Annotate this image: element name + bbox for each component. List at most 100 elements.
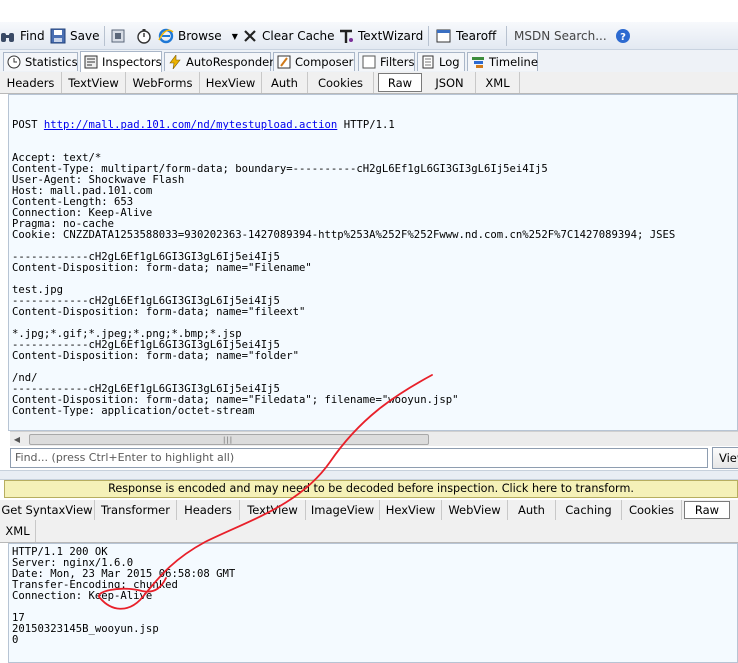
timeline-icon bbox=[471, 55, 485, 69]
response-raw-pane[interactable]: HTTP/1.1 200 OK Server: nginx/1.6.0 Date: … bbox=[8, 543, 738, 663]
request-line bbox=[12, 274, 737, 285]
tab-inspectors[interactable]: Inspectors bbox=[80, 51, 162, 72]
request-tab-headers[interactable]: Headers bbox=[0, 72, 62, 93]
response-tab-strip-row2: XML bbox=[0, 520, 738, 543]
save-icon bbox=[50, 28, 66, 44]
inspector-icon bbox=[84, 55, 98, 69]
response-tab-get-syntaxview[interactable]: Get SyntaxView bbox=[0, 500, 95, 520]
request-tab-strip: Headers TextView WebForms HexView Auth C… bbox=[0, 72, 738, 94]
request-line: POST http://mall.pad.101.com/nd/mytestup… bbox=[12, 120, 737, 131]
request-method: POST bbox=[12, 119, 38, 131]
textwizard-button[interactable]: TextWizard bbox=[338, 27, 423, 45]
find-input[interactable]: Find... (press Ctrl+Enter to highlight a… bbox=[10, 448, 708, 468]
internet-explorer-icon bbox=[158, 28, 174, 44]
clock-icon bbox=[7, 55, 21, 69]
request-raw-text: POST http://mall.pad.101.com/nd/mytestup… bbox=[9, 95, 737, 431]
response-tab-auth[interactable]: Auth bbox=[508, 500, 556, 520]
response-tab-xml[interactable]: XML bbox=[0, 520, 36, 542]
request-horizontal-scrollbar[interactable]: ◀ ||| bbox=[10, 431, 738, 446]
response-line bbox=[12, 602, 737, 613]
request-line: Connection: Keep-Alive bbox=[12, 207, 153, 219]
tab-filters[interactable]: Filters bbox=[358, 52, 415, 71]
response-tab-textview[interactable]: TextView bbox=[240, 500, 306, 520]
response-tab-raw[interactable]: Raw bbox=[684, 501, 730, 519]
request-tab-hexview[interactable]: HexView bbox=[200, 72, 262, 93]
response-tab-webview[interactable]: WebView bbox=[442, 500, 508, 520]
pencil-icon bbox=[277, 55, 291, 69]
request-line: Content-Disposition: form-data; name="fi… bbox=[12, 306, 306, 318]
request-tab-json[interactable]: JSON bbox=[424, 72, 476, 93]
tearoff-label: Tearoff bbox=[456, 29, 497, 43]
request-line bbox=[12, 417, 737, 428]
clear-cache-label: Clear Cache bbox=[262, 29, 335, 43]
help-icon: ? bbox=[615, 28, 631, 44]
msdn-search-placeholder: MSDN Search... bbox=[514, 29, 607, 43]
toolbar: Find Save Browse ▼ Clear Cache TextWizar… bbox=[0, 22, 738, 50]
request-line: Cookie: CNZZDATA1253588033=930202363-142… bbox=[12, 229, 676, 241]
textwizard-icon bbox=[338, 28, 354, 44]
msdn-search-input[interactable]: MSDN Search... bbox=[514, 27, 607, 45]
scroll-left-icon[interactable]: ◀ bbox=[10, 432, 24, 446]
find-label: Find bbox=[20, 29, 45, 43]
request-raw-pane[interactable]: POST http://mall.pad.101.com/nd/mytestup… bbox=[8, 94, 738, 431]
request-tab-webforms[interactable]: WebForms bbox=[126, 72, 200, 93]
window-icon bbox=[436, 28, 452, 44]
tab-label: Statistics bbox=[25, 55, 78, 69]
tab-label: Log bbox=[439, 55, 460, 69]
checkbox-icon bbox=[362, 55, 376, 69]
request-url-link[interactable]: http://mall.pad.101.com/nd/mytestupload.… bbox=[44, 119, 337, 131]
pane-splitter[interactable] bbox=[0, 470, 738, 480]
response-line: 0 bbox=[12, 634, 19, 646]
request-tab-cookies[interactable]: Cookies bbox=[308, 72, 374, 93]
response-line: Connection: Keep-Alive bbox=[12, 590, 153, 602]
request-tab-xml[interactable]: XML bbox=[476, 72, 520, 93]
response-tab-caching[interactable]: Caching bbox=[556, 500, 622, 520]
response-line: 20150323145B_wooyun.jsp bbox=[12, 623, 159, 635]
response-tab-strip-row1: Get SyntaxView Transformer Headers TextV… bbox=[0, 500, 738, 521]
tab-label: Inspectors bbox=[102, 55, 162, 69]
clear-cache-button[interactable]: Clear Cache bbox=[242, 27, 335, 45]
response-encoded-banner[interactable]: Response is encoded and may need to be d… bbox=[4, 480, 738, 498]
help-button[interactable]: ? bbox=[615, 27, 635, 45]
request-tab-textview[interactable]: TextView bbox=[62, 72, 126, 93]
tab-label: Timeline bbox=[489, 55, 538, 69]
replay-icon bbox=[110, 28, 126, 44]
save-label: Save bbox=[70, 29, 100, 43]
scrollbar-thumb[interactable]: ||| bbox=[29, 434, 429, 445]
response-raw-text: HTTP/1.1 200 OK Server: nginx/1.6.0 Date: … bbox=[9, 544, 737, 646]
response-tab-hexview[interactable]: HexView bbox=[380, 500, 442, 520]
lightning-icon bbox=[168, 54, 182, 70]
tab-statistics[interactable]: Statistics bbox=[3, 52, 78, 71]
request-protocol: HTTP/1.1 bbox=[343, 119, 395, 131]
find-button[interactable]: Find bbox=[0, 27, 45, 45]
request-tab-raw[interactable]: Raw bbox=[378, 73, 422, 92]
request-line bbox=[12, 362, 737, 373]
response-tab-imageview[interactable]: ImageView bbox=[306, 500, 380, 520]
chevron-down-icon[interactable]: ▼ bbox=[232, 32, 238, 41]
tab-timeline[interactable]: Timeline bbox=[467, 52, 538, 71]
tab-autoresponder[interactable]: AutoResponder bbox=[164, 52, 274, 71]
tab-label: Composer bbox=[295, 55, 354, 69]
stopwatch-icon bbox=[136, 28, 152, 44]
log-icon bbox=[421, 55, 435, 69]
request-tab-auth[interactable]: Auth bbox=[262, 72, 308, 93]
browse-label: Browse bbox=[178, 29, 222, 43]
binoculars-icon bbox=[0, 28, 16, 44]
request-line: Content-Type: application/octet-stream bbox=[12, 405, 255, 417]
tab-label: Filters bbox=[380, 55, 415, 69]
tearoff-button[interactable]: Tearoff bbox=[436, 27, 496, 45]
timer-button[interactable] bbox=[136, 27, 156, 45]
main-tab-strip: Statistics Inspectors AutoResponder Comp… bbox=[0, 50, 738, 73]
svg-text:?: ? bbox=[620, 32, 626, 43]
response-tab-headers[interactable]: Headers bbox=[177, 500, 240, 520]
response-tab-cookies[interactable]: Cookies bbox=[622, 500, 682, 520]
cross-icon bbox=[242, 28, 258, 44]
tab-composer[interactable]: Composer bbox=[273, 52, 355, 71]
tab-log[interactable]: Log bbox=[417, 52, 465, 71]
save-button[interactable]: Save bbox=[50, 27, 99, 45]
response-tab-transformer[interactable]: Transformer bbox=[95, 500, 177, 520]
replay-button[interactable] bbox=[110, 27, 130, 45]
browse-button[interactable]: Browse ▼ bbox=[158, 27, 238, 45]
tab-label: AutoResponder bbox=[186, 55, 274, 69]
view-in-notepad-button[interactable]: View bbox=[712, 447, 738, 469]
